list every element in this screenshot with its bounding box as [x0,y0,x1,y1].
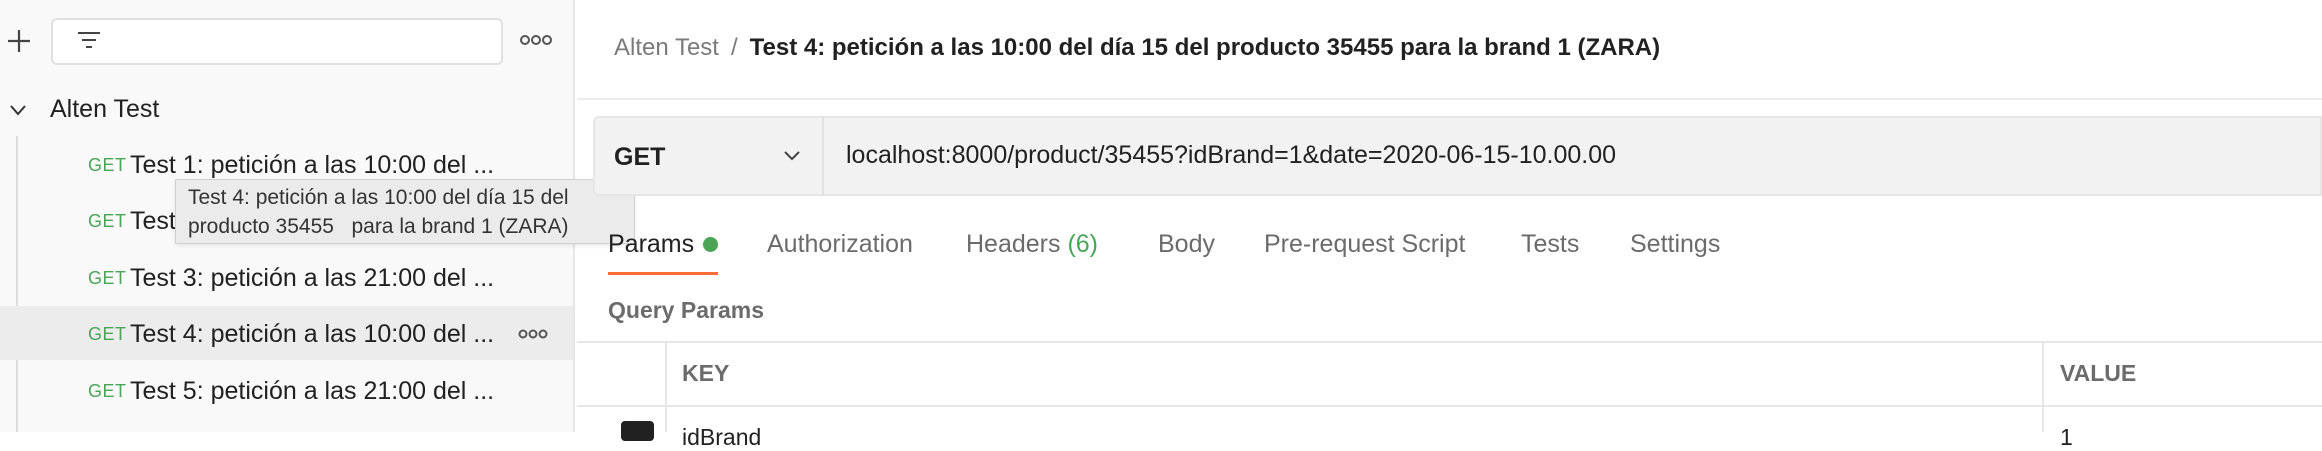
chevron-down-icon [784,151,800,161]
tab-headers-count: (6) [1067,230,1099,258]
more-options-icon[interactable] [518,327,548,341]
request-label: Test 5: petición a las 21:00 del ... [130,377,495,405]
tooltip: Test 4: petición a las 10:00 del día 15 … [175,179,635,244]
query-params-title: Query Params [608,297,764,323]
request-label: Test 1: petición a las 10:00 del ... [130,151,495,179]
param-value[interactable]: 1 [2060,424,2073,451]
param-key[interactable]: idBrand [682,424,761,451]
chevron-down-icon[interactable] [8,100,28,120]
method-select-label: GET [614,143,666,171]
method-badge: GET [88,381,127,401]
url-input[interactable]: localhost:8000/product/35455?idBrand=1&d… [846,141,1616,170]
tab-authorization[interactable]: Authorization [767,230,913,259]
tab-headers[interactable]: Headers (6) [966,230,1098,259]
method-badge: GET [88,155,127,175]
status-dot [703,237,718,252]
tab-settings[interactable]: Settings [1630,230,1720,259]
breadcrumb-parent[interactable]: Alten Test [614,34,719,61]
tab-body[interactable]: Body [1158,230,1215,259]
breadcrumb-current[interactable]: Test 4: petición a las 10:00 del día 15 … [750,34,1661,61]
breadcrumb-separator: / [730,34,738,61]
column-header-key: KEY [682,360,730,386]
filter-icon [78,32,100,48]
method-badge: GET [88,211,127,231]
tab-prerequest-script[interactable]: Pre-request Script [1264,230,1465,259]
request-label: Test 4: petición a las 10:00 del ... [130,320,495,348]
tab-headers-label: Headers [966,230,1061,258]
tab-tests[interactable]: Tests [1521,230,1579,259]
request-label: Test 3: petición a las 21:00 del ... [130,264,495,292]
table-divider [2042,341,2044,432]
collection-name[interactable]: Alten Test [50,95,159,124]
more-options-icon[interactable] [520,33,552,47]
plus-icon[interactable] [4,26,34,56]
divider [577,98,2322,100]
tab-params[interactable]: Params [608,230,694,259]
column-header-value: VALUE [2060,360,2137,386]
request-label: Test [130,207,176,235]
method-badge: GET [88,324,127,344]
method-badge: GET [88,268,127,288]
breadcrumb: Alten Test / Test 4: petición a las 10:00 … [614,34,1660,62]
active-tab-indicator [608,272,718,275]
table-divider [665,341,667,432]
row-checkbox[interactable] [621,421,654,441]
filter-input[interactable] [51,18,503,65]
table-divider [577,405,2322,407]
